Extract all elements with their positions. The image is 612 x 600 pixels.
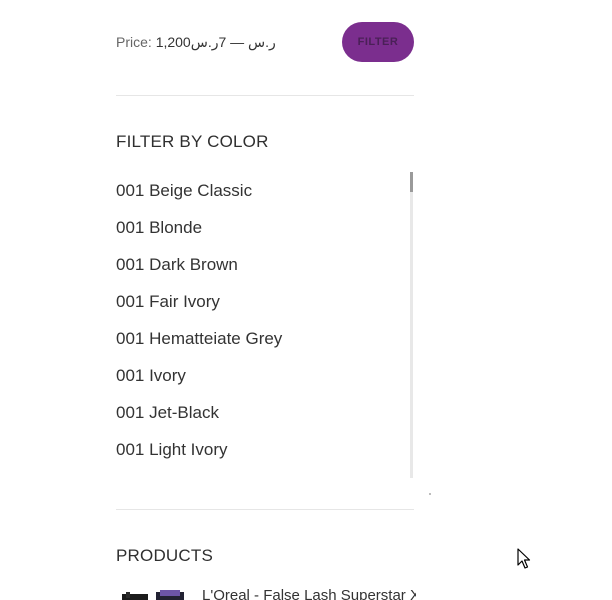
- resize-dot: [429, 493, 431, 495]
- product-thumbnail[interactable]: [120, 590, 188, 600]
- color-item-dark-brown[interactable]: 001 Dark Brown: [116, 246, 414, 283]
- color-item-light-ivory[interactable]: 001 Light Ivory: [116, 431, 414, 468]
- color-item-fair-ivory[interactable]: 001 Fair Ivory: [116, 283, 414, 320]
- price-range-value: 1,200ر.س — 7ر.س: [155, 34, 276, 50]
- mouse-cursor-icon: [517, 548, 531, 569]
- filter-by-color-title: FILTER BY COLOR: [116, 132, 269, 151]
- scrollbar-thumb[interactable]: [410, 172, 413, 192]
- color-list-container: 001 Beige Classic 001 Blonde 001 Dark Br…: [116, 172, 414, 478]
- product-item[interactable]: L'Oreal - False Lash Superstar X: [116, 584, 416, 600]
- color-list-scrollbar[interactable]: [410, 172, 413, 478]
- price-filter: Price: 1,200ر.س — 7ر.س FILTER: [116, 22, 414, 62]
- sidebar-widgets: Price: 1,200ر.س — 7ر.س FILTER FILTER BY …: [0, 0, 612, 600]
- filter-button[interactable]: FILTER: [342, 22, 414, 62]
- color-item-beige-classic[interactable]: 001 Beige Classic: [116, 172, 414, 209]
- divider: [116, 95, 414, 96]
- price-label-group: Price: 1,200ر.س — 7ر.س: [116, 34, 276, 51]
- color-item-hematteiate-grey[interactable]: 001 Hematteiate Grey: [116, 320, 414, 357]
- color-list: 001 Beige Classic 001 Blonde 001 Dark Br…: [116, 172, 414, 468]
- products-title: PRODUCTS: [116, 546, 213, 565]
- product-name[interactable]: L'Oreal - False Lash Superstar X: [202, 587, 416, 600]
- price-label: Price:: [116, 34, 152, 50]
- divider: [116, 509, 414, 510]
- color-item-blonde[interactable]: 001 Blonde: [116, 209, 414, 246]
- color-item-ivory[interactable]: 001 Ivory: [116, 357, 414, 394]
- color-item-jet-black[interactable]: 001 Jet-Black: [116, 394, 414, 431]
